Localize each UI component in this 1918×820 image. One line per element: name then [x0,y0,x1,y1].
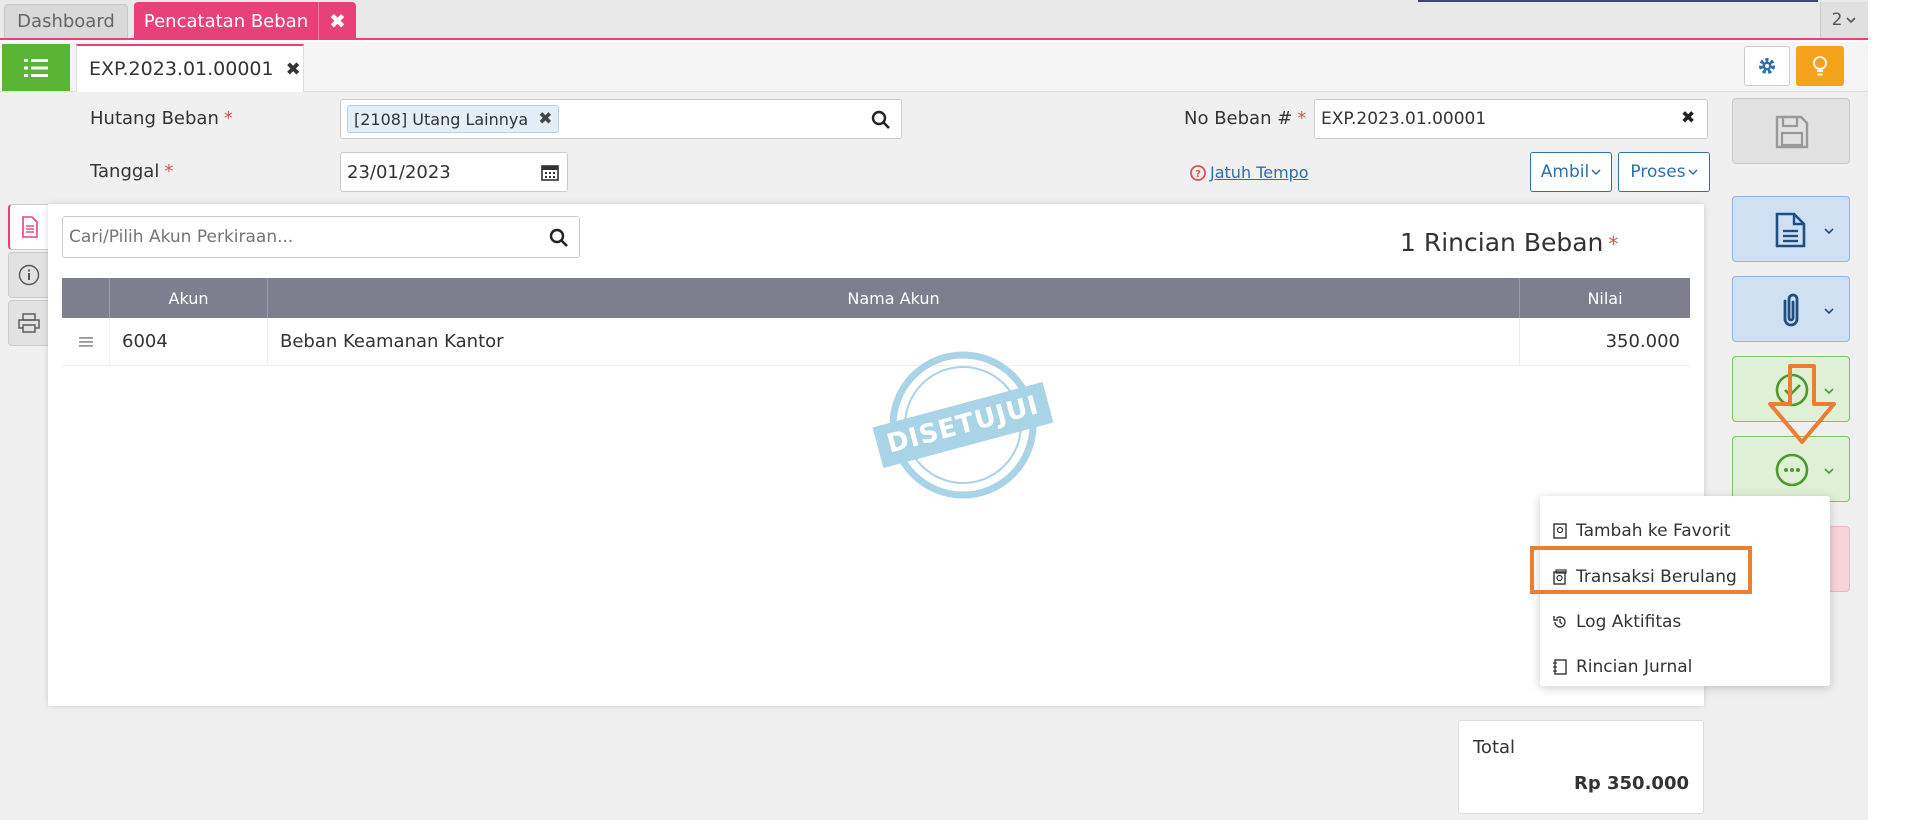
document-icon [1775,212,1806,248]
bookmark-icon [1553,523,1567,539]
detail-count-title: 1 Rincian Beban * [1400,228,1619,257]
ambil-button[interactable]: Ambil [1530,152,1612,192]
down-arrow-annotation [1768,364,1836,444]
document-tab-label: EXP.2023.01.00001 [89,58,274,80]
journal-icon [1553,659,1567,675]
close-tab-button[interactable]: ✖ [318,2,356,40]
ambil-button-label: Ambil [1540,162,1590,182]
more-horizontal-icon [1775,453,1809,487]
info-icon [18,264,40,286]
search-icon[interactable] [871,110,891,130]
chevron-down-icon [1824,228,1834,235]
menu-item-log-aktifitas[interactable]: Log Aktifitas [1552,607,1681,637]
hutang-beban-field[interactable]: [2108] Utang Lainnya ✖ [340,99,902,139]
tab-dashboard[interactable]: Dashboard [4,4,128,38]
tanggal-value: 23/01/2023 [347,162,451,183]
svg-text:?: ? [1195,169,1201,180]
printer-icon [18,313,40,333]
calendar-icon[interactable] [541,163,559,181]
total-box: Total Rp 350.000 [1458,720,1704,814]
save-icon [1775,115,1809,149]
tanggal-date-field[interactable]: 23/01/2023 [340,152,568,192]
chevron-down-icon [1824,468,1834,475]
no-beban-label: No Beban # * [1184,108,1307,129]
help-icon: ? [1190,164,1206,181]
proses-button[interactable]: Proses [1618,152,1710,192]
menu-item-label: Rincian Jurnal [1576,657,1693,677]
close-icon: ✖ [329,9,346,33]
document-tab[interactable]: EXP.2023.01.00001 ✖ [76,44,304,92]
column-header-nilai[interactable]: Nilai [1520,278,1690,318]
menu-item-rincian-jurnal[interactable]: Rincian Jurnal [1552,652,1692,682]
tab-count-dropdown[interactable]: 2 [1820,2,1868,38]
print-document-button[interactable] [1732,196,1850,262]
jatuh-tempo-link-wrap[interactable]: ? Jatuh Tempo [1190,163,1309,182]
attachment-button[interactable] [1732,276,1850,342]
top-accent-line [1418,0,1818,2]
remove-icon[interactable]: ✖ [538,109,552,129]
selected-account-chip: [2108] Utang Lainnya ✖ [347,105,560,133]
paperclip-icon [1783,293,1799,327]
selected-account-label: [2108] Utang Lainnya [354,109,529,129]
list-view-button[interactable] [2,44,70,91]
total-label: Total [1473,737,1516,758]
menu-item-label: Log Aktifitas [1576,612,1682,632]
menu-item-label: Tambah ke Favorit [1576,521,1731,541]
lightbulb-icon [1813,56,1827,76]
clear-icon[interactable]: ✖ [1681,108,1695,128]
tab-pencatatan-beban[interactable]: Pencatatan Beban [134,2,318,40]
column-header-nama-akun[interactable]: Nama Akun [268,278,1520,318]
chevron-down-icon [1688,169,1698,176]
gear-icon [1759,58,1775,74]
account-search-field[interactable] [62,216,580,258]
tips-button[interactable] [1796,46,1844,86]
jatuh-tempo-link[interactable]: Jatuh Tempo [1210,163,1309,182]
tanggal-label: Tanggal * [90,161,174,182]
menu-item-tambah-favorit[interactable]: Tambah ke Favorit [1552,516,1731,546]
cell-nilai: 350.000 [1605,331,1680,352]
side-tab-detail[interactable] [8,204,50,250]
proses-button-label: Proses [1630,162,1686,182]
no-beban-field[interactable]: EXP.2023.01.00001 ✖ [1314,99,1708,139]
grid-header: Akun Nama Akun Nilai [62,278,1690,318]
hutang-beban-label: Hutang Beban * [90,108,233,129]
cell-akun: 6004 [110,318,268,365]
side-tab-print[interactable] [8,300,50,346]
side-tab-info[interactable] [8,252,50,298]
document-icon [22,216,38,238]
column-header-akun[interactable]: Akun [110,278,268,318]
total-value: Rp 350.000 [1574,773,1689,794]
no-beban-value: EXP.2023.01.00001 [1321,109,1487,129]
chevron-down-icon [1846,17,1856,24]
search-icon[interactable] [549,228,569,248]
account-search-input[interactable] [69,225,529,249]
highlight-box-annotation [1530,546,1752,594]
settings-button[interactable] [1744,46,1790,86]
tab-count-value: 2 [1831,10,1843,30]
chevron-down-icon [1591,169,1601,176]
history-icon [1553,616,1566,628]
chevron-down-icon [1824,308,1834,315]
save-button[interactable] [1732,98,1850,164]
close-icon[interactable]: ✖ [286,59,301,80]
list-icon [24,58,48,77]
drag-handle-icon[interactable] [62,318,110,365]
approved-stamp: DISETUJUI [872,350,1054,500]
